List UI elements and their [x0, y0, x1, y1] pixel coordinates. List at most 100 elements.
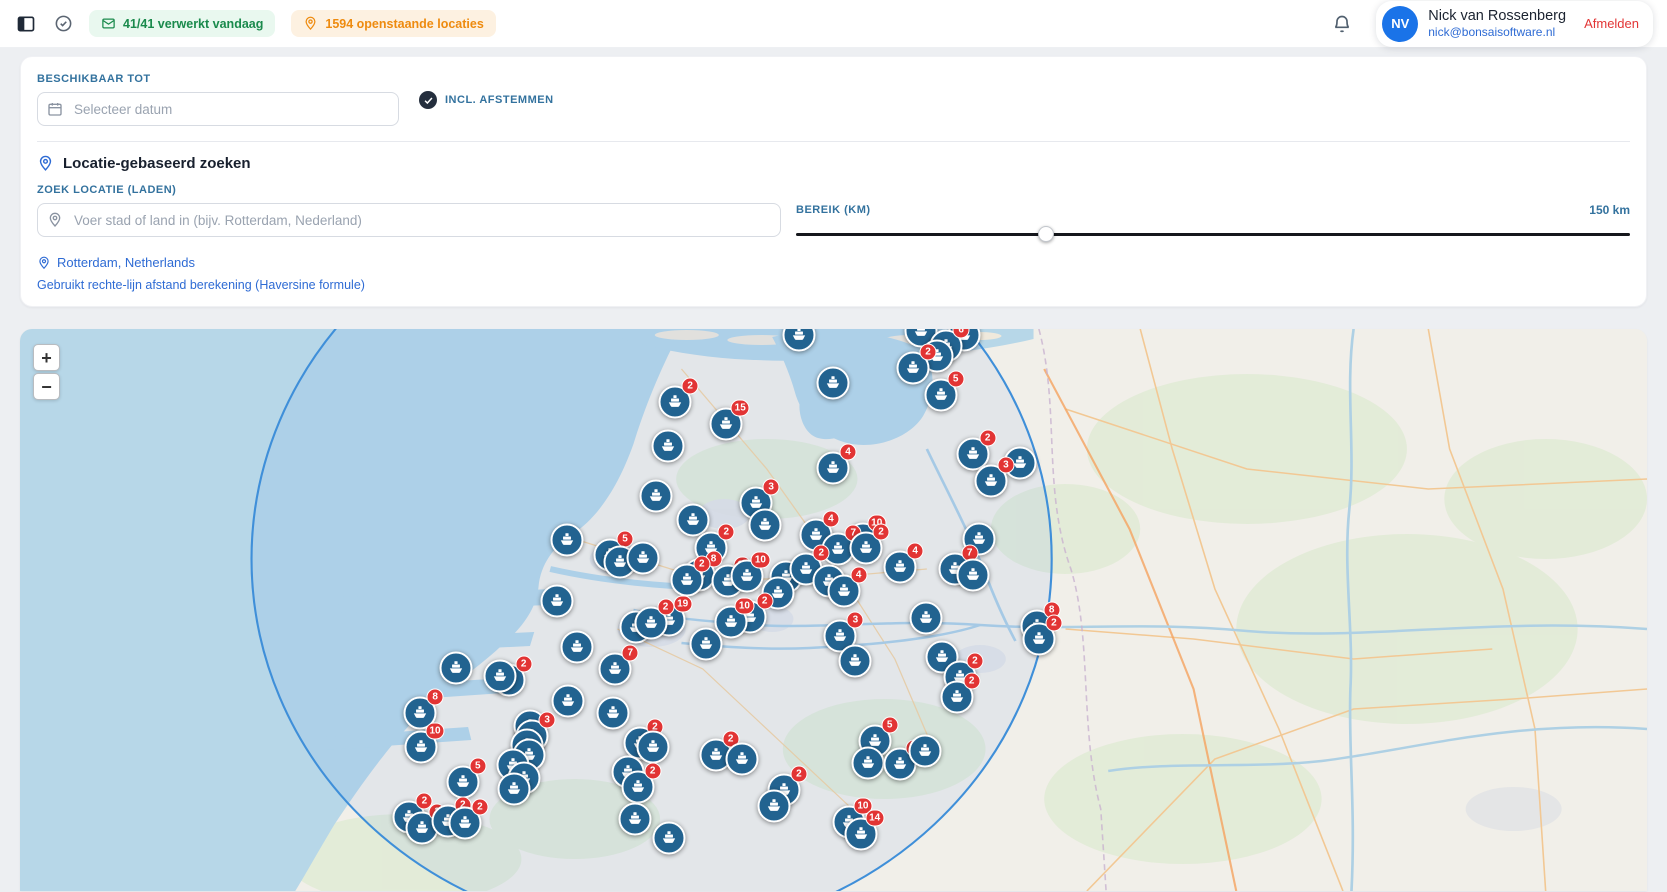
incl-afstemmen-label: INCL. AFSTEMMEN [445, 94, 554, 106]
map-pin-icon [37, 256, 51, 270]
ship-icon [906, 361, 920, 373]
map-cluster-marker[interactable]: 4 [827, 566, 868, 608]
map-cluster-marker[interactable] [636, 730, 670, 764]
ship-icon [413, 706, 427, 718]
map-cluster-marker[interactable]: 2 [621, 762, 662, 804]
ship-icon [918, 744, 931, 756]
selected-location-link[interactable]: Rotterdam, Netherlands [37, 255, 1630, 270]
map-cluster-marker[interactable] [909, 601, 943, 635]
logout-link[interactable]: Afmelden [1584, 16, 1639, 31]
incl-afstemmen-checkbox[interactable] [419, 91, 437, 109]
ship-icon [740, 569, 753, 581]
map-cluster-marker[interactable] [851, 746, 885, 780]
map-cluster-marker[interactable] [651, 429, 685, 463]
map-cluster-marker[interactable] [596, 696, 630, 730]
cluster-count-badge: 7 [621, 644, 639, 662]
map-cluster-marker[interactable]: 4 [883, 542, 924, 584]
cluster-count-badge: 2 [657, 598, 674, 616]
map-cluster-marker[interactable]: 14 [844, 809, 885, 851]
map-pin-icon [37, 155, 54, 172]
main-content: BESCHIKBAAR TOT INCL. AFSTEMMEN [0, 56, 1667, 891]
map-cluster-marker[interactable]: 15 [709, 399, 750, 441]
check-icon [424, 96, 432, 104]
map-cluster-marker[interactable] [908, 734, 942, 768]
map-cluster-marker[interactable]: 4 [816, 443, 857, 485]
ship-icon [914, 329, 927, 336]
map-cluster-marker[interactable]: 10 [730, 551, 770, 593]
map-cluster-marker[interactable] [757, 789, 791, 823]
available-until-date-input[interactable] [37, 92, 399, 126]
map-cluster-marker[interactable] [483, 659, 517, 693]
ship-icon [493, 669, 507, 681]
map-cluster-marker[interactable] [689, 627, 723, 661]
range-slider-track[interactable] [796, 233, 1630, 236]
map-cluster-marker[interactable] [639, 479, 673, 513]
map[interactable]: 2262521524334105272482111027419221037822… [20, 329, 1647, 891]
ship-icon [966, 447, 979, 459]
map-cluster-marker[interactable]: 10 [404, 722, 445, 764]
distance-note: Gebruikt rechte-lijn afstand berekening … [37, 278, 365, 292]
cluster-count-badge: 4 [906, 542, 924, 560]
map-cluster-marker[interactable]: 3 [974, 456, 1015, 498]
range-slider-thumb[interactable] [1038, 226, 1055, 242]
ship-icon [894, 560, 907, 572]
map-cluster-marker[interactable] [816, 366, 850, 400]
map-cluster-marker[interactable]: 2 [849, 523, 890, 565]
map-cluster-marker[interactable]: 5 [446, 757, 487, 799]
map-cluster-marker[interactable] [550, 523, 584, 557]
sidebar-toggle-button[interactable] [14, 12, 38, 36]
mail-icon [102, 18, 115, 29]
cluster-count-badge: 2 [681, 377, 699, 395]
ship-icon [699, 637, 713, 649]
map-cluster-marker[interactable] [551, 684, 585, 718]
ship-icon [416, 821, 429, 833]
ship-icon [950, 690, 963, 702]
map-cluster-marker[interactable]: 2 [896, 343, 937, 385]
map-zoom-control: + − [33, 344, 60, 400]
cluster-count-badge: 14 [865, 809, 885, 827]
map-cluster-marker[interactable] [560, 630, 594, 664]
cluster-count-badge: 19 [673, 595, 693, 613]
map-cluster-marker[interactable] [618, 802, 651, 836]
ship-icon [834, 629, 847, 641]
map-cluster-marker[interactable]: 5 [924, 370, 965, 412]
map-cluster-marker[interactable] [838, 644, 872, 678]
map-cluster-marker[interactable]: 2 [940, 672, 981, 714]
map-cluster-marker[interactable] [748, 508, 782, 542]
map-cluster-marker[interactable] [439, 651, 473, 685]
cluster-count-badge: 3 [997, 456, 1015, 474]
cluster-count-badge: 2 [812, 544, 830, 562]
map-cluster-marker[interactable]: 2 [658, 377, 699, 419]
cluster-count-badge: 10 [425, 722, 445, 740]
map-base [20, 329, 1647, 891]
ship-icon [792, 329, 805, 340]
map-cluster-marker[interactable] [956, 558, 990, 592]
cluster-count-badge: 2 [963, 672, 981, 690]
map-cluster-marker[interactable] [725, 742, 759, 776]
map-cluster-marker[interactable] [540, 584, 574, 618]
ship-icon [859, 541, 873, 553]
map-cluster-marker[interactable]: 2 [1022, 614, 1063, 656]
ship-icon [724, 615, 737, 627]
map-cluster-marker[interactable] [626, 541, 660, 575]
open-locations-label: 1594 openstaande locaties [325, 16, 484, 31]
range-slider[interactable] [796, 226, 1630, 242]
location-search-input[interactable] [37, 203, 781, 237]
map-cluster-marker[interactable] [652, 821, 686, 855]
map-cluster-marker[interactable]: 2 [634, 598, 674, 640]
zoom-out-button[interactable]: − [33, 373, 60, 400]
ship-icon [458, 816, 472, 828]
map-cluster-marker[interactable]: 7 [598, 644, 639, 686]
ship-icon [646, 740, 659, 752]
cluster-count-badge: 2 [1045, 614, 1063, 632]
cluster-count-badge: 10 [734, 597, 754, 615]
map-cluster-marker[interactable]: 2 [670, 555, 711, 597]
zoom-in-button[interactable]: + [33, 344, 60, 371]
ship-icon [450, 661, 463, 673]
map-cluster-marker[interactable] [497, 772, 531, 806]
cluster-count-badge: 4 [822, 510, 840, 528]
map-cluster-marker[interactable]: 2 [448, 798, 489, 840]
cluster-count-badge: 2 [471, 798, 489, 816]
notifications-bell-icon[interactable] [1332, 14, 1352, 34]
cluster-count-badge: 2 [756, 592, 774, 610]
